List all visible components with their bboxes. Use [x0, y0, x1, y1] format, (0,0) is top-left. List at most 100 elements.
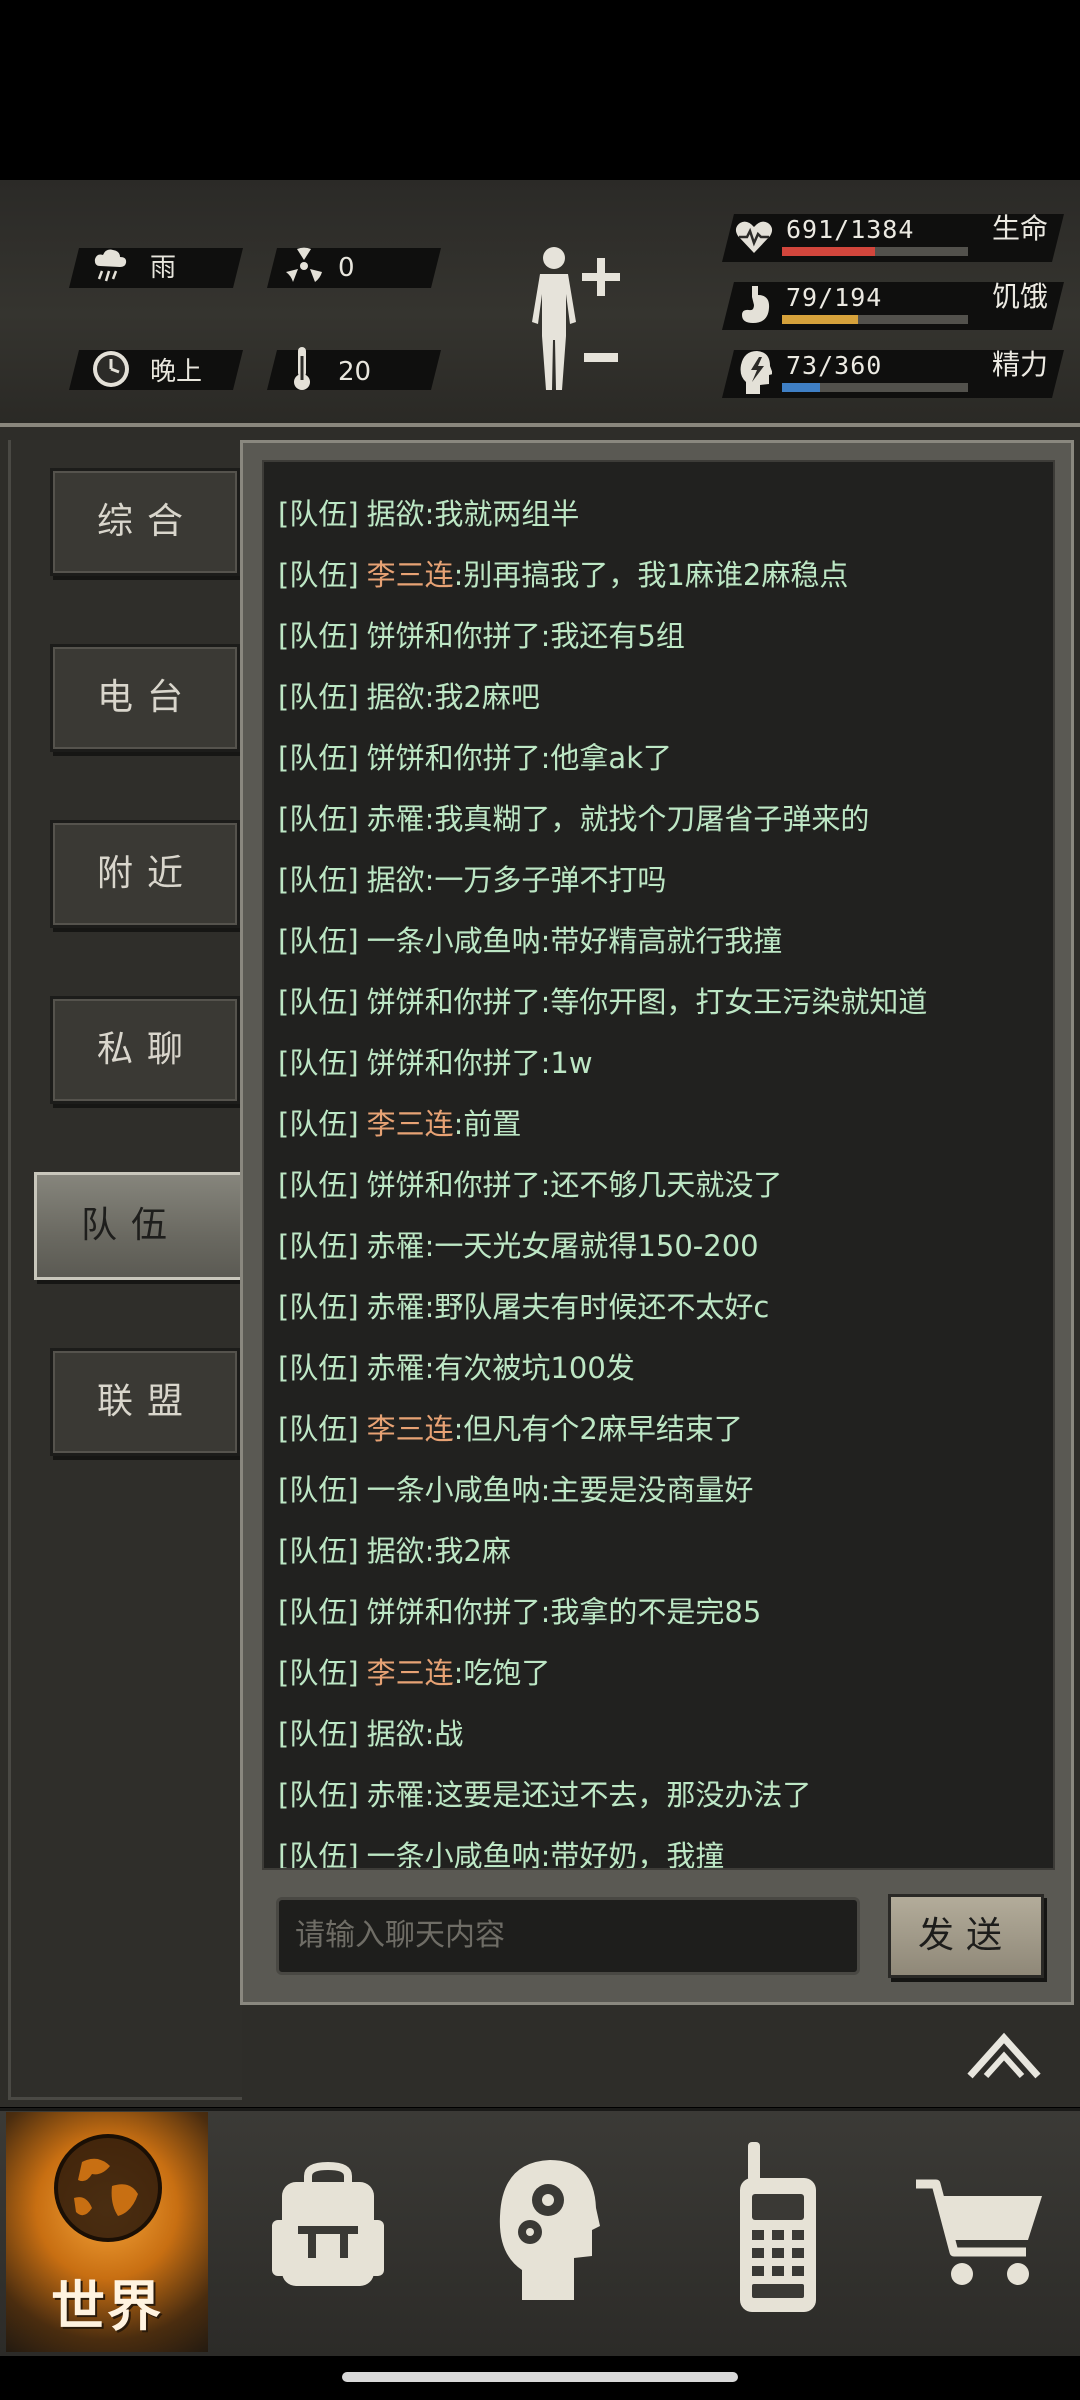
sender-name[interactable]: 李三连 [367, 1656, 454, 1690]
chat-message: [队伍] 李三连:吃饱了 [278, 1643, 550, 1703]
energy-value: 73/360 [786, 351, 883, 380]
channel-tag: [队伍] [278, 619, 359, 653]
channel-tag: [队伍] [278, 1717, 359, 1751]
channel-tag: [队伍] [278, 1290, 359, 1324]
health-label: 生命 [992, 212, 1049, 245]
message-text: :我2麻 [424, 1534, 511, 1568]
sender-name[interactable]: 一条小咸鱼呐 [367, 1473, 541, 1507]
sender-name[interactable]: 据欲 [367, 863, 425, 897]
tab-general[interactable]: 综合 [50, 468, 240, 576]
app-root: 雨 0 晚上 20 691/1384 生命 79/194 饥饿 73/360 精… [0, 0, 1080, 2400]
channel-tag: [队伍] [278, 1595, 359, 1629]
home-indicator [342, 2372, 738, 2382]
channel-tag: [队伍] [278, 1351, 359, 1385]
sender-name[interactable]: 赤罹 [367, 1290, 425, 1324]
message-text: :但凡有个2麻早结束了 [453, 1412, 743, 1446]
sender-name[interactable]: 李三连 [367, 558, 454, 592]
backpack-icon [272, 2162, 384, 2286]
sender-name[interactable]: 据欲 [367, 1534, 425, 1568]
sender-name[interactable]: 赤罹 [367, 1229, 425, 1263]
chat-message: [队伍] 赤罹:有次被坑100发 [278, 1338, 635, 1398]
rain-cloud-icon [94, 249, 127, 282]
brain-gears-icon [499, 2160, 600, 2300]
channel-tag: [队伍] [278, 680, 359, 714]
nav-radio-button[interactable] [686, 2112, 882, 2352]
chat-message: [队伍] 一条小咸鱼呐:主要是没商量好 [278, 1460, 753, 1520]
channel-tag: [队伍] [278, 1534, 359, 1568]
nav-backpack-button[interactable] [250, 2112, 446, 2352]
energy-bar [782, 383, 968, 392]
human-body-icon[interactable] [522, 244, 586, 392]
sender-name[interactable]: 赤罹 [367, 1351, 425, 1385]
send-button[interactable]: 发送 [888, 1894, 1044, 1978]
hunger-label: 饥饿 [992, 280, 1049, 313]
nav-skills-button[interactable] [468, 2112, 664, 2352]
sender-name[interactable]: 据欲 [367, 1717, 425, 1751]
sender-name[interactable]: 饼饼和你拼了 [367, 1595, 541, 1629]
chat-input[interactable]: 请输入聊天内容 [276, 1897, 860, 1975]
double-chevron-up-icon[interactable] [966, 2030, 1042, 2080]
tab-radio-label: 电台 [97, 677, 198, 718]
chat-message: [队伍] 李三连:但凡有个2麻早结束了 [278, 1399, 743, 1459]
chat-message: [队伍] 饼饼和你拼了:等你开图，打女王污染就知道 [278, 972, 927, 1032]
chat-message: [队伍] 饼饼和你拼了:我还有5组 [278, 606, 685, 666]
sender-name[interactable]: 赤罹 [367, 802, 425, 836]
message-text: :他拿ak了 [540, 741, 672, 775]
nav-world-button[interactable]: 世界 [6, 2112, 208, 2352]
sender-name[interactable]: 据欲 [367, 497, 425, 531]
sender-name[interactable]: 一条小咸鱼呐 [367, 924, 541, 958]
channel-tag: [队伍] [278, 1839, 359, 1870]
message-text: :吃饱了 [453, 1656, 551, 1690]
stat-plus-button[interactable] [582, 258, 620, 296]
message-text: :野队屠夫有时候还不太好c [424, 1290, 770, 1324]
sender-name[interactable]: 李三连 [367, 1412, 454, 1446]
shopping-cart-icon [916, 2179, 1042, 2285]
heart-pulse-icon [735, 221, 773, 253]
clock-icon [93, 351, 129, 387]
tab-nearby-label: 附近 [97, 853, 198, 894]
stat-minus-button[interactable] [584, 353, 618, 362]
time-of-day-label: 晚上 [150, 357, 203, 387]
sender-name[interactable]: 饼饼和你拼了 [367, 1046, 541, 1080]
channel-tag: [队伍] [278, 1229, 359, 1263]
channel-tag: [队伍] [278, 1656, 359, 1690]
sender-name[interactable]: 李三连 [367, 1107, 454, 1141]
sender-name[interactable]: 据欲 [367, 680, 425, 714]
channel-tag: [队伍] [278, 1778, 359, 1812]
channel-tag: [队伍] [278, 1168, 359, 1202]
tab-private[interactable]: 私聊 [50, 996, 240, 1104]
nav-world-label: 世界 [51, 2274, 163, 2338]
chat-log[interactable]: [队伍] 据欲:我就两组半 [队伍] 李三连:别再搞我了，我1麻谁2麻稳点 [队伍] 饼饼… [262, 460, 1055, 1870]
message-text: :这要是还过不去，那没办法了 [424, 1778, 812, 1812]
channel-tag: [队伍] [278, 1046, 359, 1080]
channel-tag: [队伍] [278, 1412, 359, 1446]
energy-label: 精力 [992, 348, 1049, 381]
tab-team[interactable]: 队伍 [34, 1172, 244, 1280]
tab-radio[interactable]: 电台 [50, 644, 240, 752]
message-text: :我拿的不是完85 [540, 1595, 762, 1629]
nav-shop-button[interactable] [880, 2112, 1076, 2352]
message-text: :1w [540, 1046, 593, 1080]
message-text: :有次被坑100发 [424, 1351, 635, 1385]
health-bar [782, 247, 968, 256]
tab-alliance[interactable]: 联盟 [50, 1348, 240, 1456]
sender-name[interactable]: 饼饼和你拼了 [367, 1168, 541, 1202]
chat-message: [队伍] 一条小咸鱼呐:带好奶，我撞 [278, 1826, 724, 1870]
sender-name[interactable]: 一条小咸鱼呐 [367, 1839, 541, 1868]
hunger-bar [782, 315, 968, 324]
sender-name[interactable]: 饼饼和你拼了 [367, 619, 541, 653]
sender-name[interactable]: 饼饼和你拼了 [367, 985, 541, 1019]
chat-message: [队伍] 李三连:别再搞我了，我1麻谁2麻稳点 [278, 545, 848, 605]
chat-message: [队伍] 饼饼和你拼了:我拿的不是完85 [278, 1582, 761, 1642]
tab-nearby[interactable]: 附近 [50, 820, 240, 928]
energy-bar-fill [782, 383, 820, 392]
health-bar-fill [782, 247, 875, 256]
sender-name[interactable]: 赤罹 [367, 1778, 425, 1812]
channel-tag: [队伍] [278, 497, 359, 531]
channel-tag: [队伍] [278, 924, 359, 958]
weather-label: 雨 [150, 253, 177, 283]
message-text: :等你开图，打女王污染就知道 [540, 985, 928, 1019]
tab-general-label: 综合 [97, 501, 198, 542]
globe-icon [54, 2134, 162, 2242]
sender-name[interactable]: 饼饼和你拼了 [367, 741, 541, 775]
